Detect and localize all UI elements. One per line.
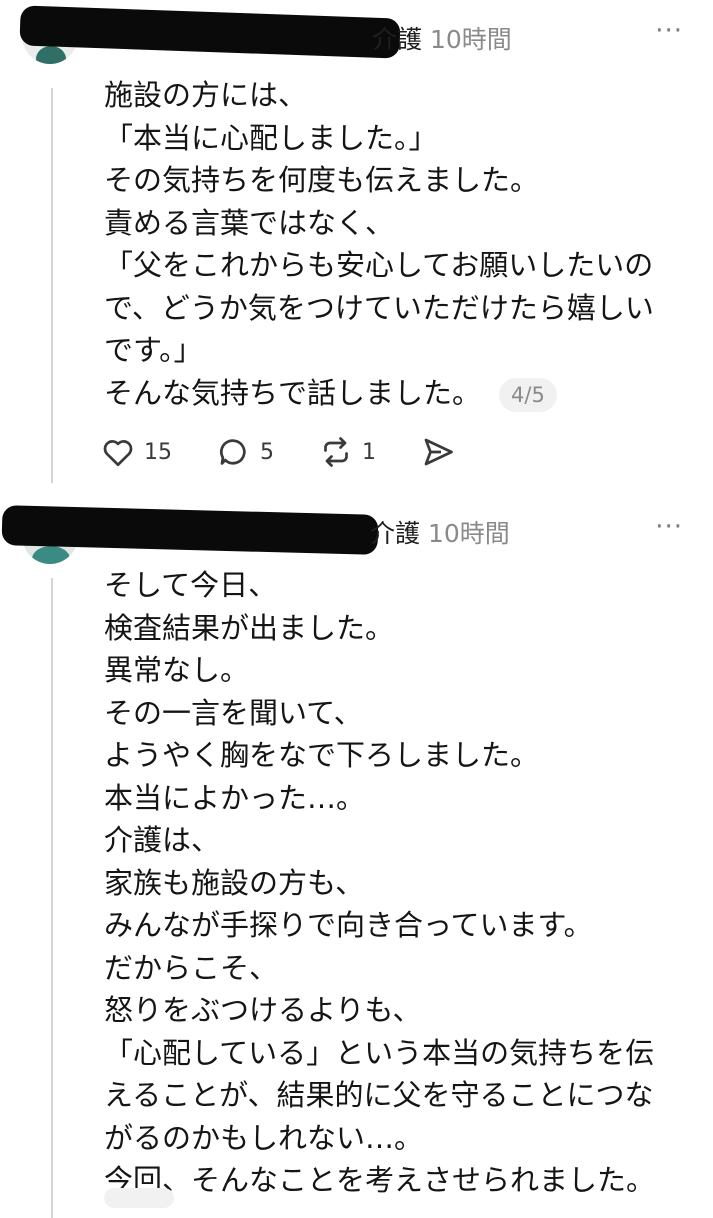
heart-icon xyxy=(103,440,133,467)
timestamp: 10時間 xyxy=(427,519,510,548)
text-line: その一言を聞いて、 xyxy=(104,695,363,730)
share-button[interactable] xyxy=(420,434,464,470)
text-line: 家族も施設の方も、 xyxy=(104,865,365,900)
topic-tag[interactable]: 介護 xyxy=(372,25,422,54)
text-line-last: そんな気持ちで話しました。 4/5 xyxy=(104,372,679,415)
post-meta: 介護 10時間 xyxy=(370,514,510,550)
thread-post-2: daeaikoyo 介護 10時間 ··· そして今日、 検査結果が出ました。 … xyxy=(0,490,713,1218)
text-line: その気持ちを何度も伝えました。 xyxy=(104,163,540,197)
text-line: みんなが手探りで向き合っています。 xyxy=(104,908,593,942)
text-line: 異常なし。 xyxy=(104,653,250,687)
post-text: 施設の方には、 「本当に心配しました。」 その気持ちを何度も伝えました。 責める… xyxy=(104,74,679,414)
repost-button[interactable]: 1 xyxy=(318,434,376,470)
text-line: 検査結果が出ました。 xyxy=(104,610,395,645)
text-line: 怒りをぶつけるよりも、 xyxy=(104,993,422,1027)
more-options-icon[interactable]: ··· xyxy=(655,16,683,46)
text-line: 「心配している」という本当の気持ちを伝 xyxy=(104,1035,655,1070)
text-line: そんな気持ちで話しました。 xyxy=(104,375,482,410)
text-line: そして今日、 xyxy=(104,568,278,602)
text-line: がるのかもしれない…。 xyxy=(104,1120,424,1155)
text-line: です。」 xyxy=(104,333,203,367)
text-line: ようやく胸をなで下ろしました。 xyxy=(104,738,540,772)
topic-tag[interactable]: 介護 xyxy=(370,519,420,548)
timestamp: 10時間 xyxy=(429,25,512,54)
text-line: 本当によかった…。 xyxy=(104,780,366,815)
text-line: 責める言葉ではなく、 xyxy=(104,205,395,240)
next-element-peek xyxy=(104,1188,174,1208)
thread-post-1: m 介護 10時間 ··· 施設の方には、 「本当に心配しました。」 その気持ち… xyxy=(0,0,713,490)
text-line: 「父をこれからも安心してお願いしたいの xyxy=(104,248,654,282)
text-line: えることが、結果的に父を守ることにつな xyxy=(104,1078,654,1112)
redaction-mark xyxy=(19,5,401,59)
text-line: 介護は、 xyxy=(104,823,221,857)
thread-line xyxy=(51,578,53,1218)
comment-icon xyxy=(219,439,246,465)
send-icon xyxy=(424,438,453,466)
thread-pager: 4/5 xyxy=(499,377,557,412)
action-bar: 15 5 1 xyxy=(100,430,508,474)
like-count: 15 xyxy=(144,439,172,465)
text-line: で、どうか気をつけていただけたら嬉しい xyxy=(104,290,654,325)
reply-count: 5 xyxy=(260,439,274,465)
text-line: だからこそ、 xyxy=(104,950,279,985)
post-meta: 介護 10時間 xyxy=(372,20,512,56)
repost-icon xyxy=(324,437,348,467)
text-line: 「本当に心配しました。」 xyxy=(104,120,438,155)
text-line: 施設の方には、 xyxy=(104,78,308,112)
reply-button[interactable]: 5 xyxy=(216,434,274,470)
post-text: そして今日、 検査結果が出ました。 異常なし。 その一言を聞いて、 ようやく胸を… xyxy=(104,564,679,1202)
repost-count: 1 xyxy=(362,439,376,465)
like-button[interactable]: 15 xyxy=(100,434,172,470)
text-line: 今回、そんなことを考えさせられました。 xyxy=(104,1163,656,1197)
more-options-icon[interactable]: ··· xyxy=(655,512,683,542)
thread-line xyxy=(51,88,53,483)
